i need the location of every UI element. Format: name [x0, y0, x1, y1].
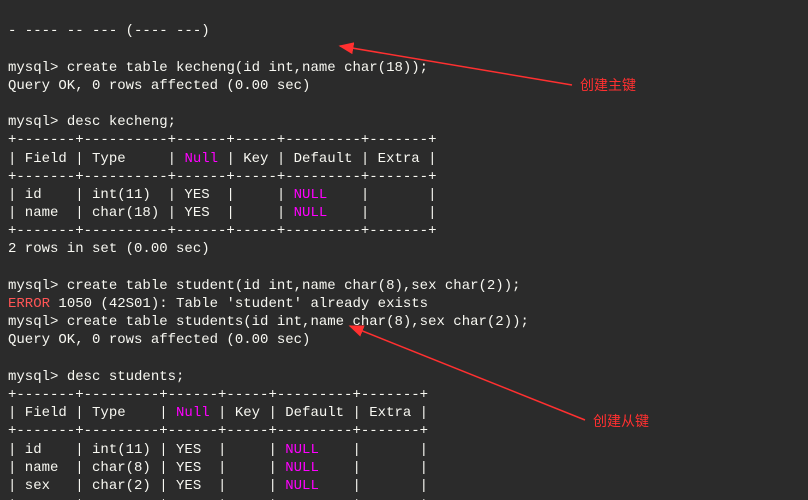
table-header: | Field | Type |: [8, 151, 184, 167]
null-header: Null: [176, 405, 210, 421]
error-message: 1050 (42S01): Table 'student' already ex…: [50, 296, 428, 312]
table-header: | Key | Default | Extra |: [210, 405, 428, 421]
null-header: Null: [184, 151, 218, 167]
sql-create-kecheng: create table kecheng(id int,name char(18…: [58, 60, 428, 76]
table-sep: +-------+---------+------+-----+--------…: [8, 423, 428, 439]
sql-create-students: create table students(id int,name char(8…: [58, 314, 528, 330]
sql-desc-kecheng: desc kecheng;: [58, 114, 176, 130]
table-row: | sex | char(2) | YES | |: [8, 478, 285, 494]
null-value: NULL: [285, 442, 319, 458]
sql-create-student: create table student(id int,name char(8)…: [58, 278, 520, 294]
table-row: | |: [319, 460, 428, 476]
table-row: | |: [327, 187, 436, 203]
null-value: NULL: [285, 460, 319, 476]
table-sep: +-------+---------+------+-----+--------…: [8, 496, 428, 500]
prompt: mysql>: [8, 114, 58, 130]
table-sep: +-------+---------+------+-----+--------…: [8, 387, 428, 403]
partial-line: - ---- -- --- (---- ---): [8, 23, 210, 39]
error-label: ERROR: [8, 296, 50, 312]
prompt: mysql>: [8, 278, 58, 294]
table-row: | name | char(8) | YES | |: [8, 460, 285, 476]
query-ok-2: Query OK, 0 rows affected (0.00 sec): [8, 332, 310, 348]
table-header: | Field | Type |: [8, 405, 176, 421]
null-value: NULL: [285, 478, 319, 494]
prompt: mysql>: [8, 314, 58, 330]
table-header: | Key | Default | Extra |: [218, 151, 436, 167]
table-row: | id | int(11) | YES | |: [8, 442, 285, 458]
table-row: | |: [319, 442, 428, 458]
table-row: | |: [327, 205, 436, 221]
table-row: | |: [319, 478, 428, 494]
query-ok-1: Query OK, 0 rows affected (0.00 sec): [8, 78, 310, 94]
rows-in-set-1: 2 rows in set (0.00 sec): [8, 241, 210, 257]
prompt: mysql>: [8, 369, 58, 385]
null-value: NULL: [294, 205, 328, 221]
table-sep: +-------+----------+------+-----+-------…: [8, 223, 436, 239]
prompt: mysql>: [8, 60, 58, 76]
sql-desc-students: desc students;: [58, 369, 184, 385]
table-row: | name | char(18) | YES | |: [8, 205, 294, 221]
null-value: NULL: [294, 187, 328, 203]
table-sep: +-------+----------+------+-----+-------…: [8, 169, 436, 185]
table-row: | id | int(11) | YES | |: [8, 187, 294, 203]
terminal-output: - ---- -- --- (---- ---) mysql> create t…: [0, 0, 808, 500]
table-sep: +-------+----------+------+-----+-------…: [8, 132, 436, 148]
